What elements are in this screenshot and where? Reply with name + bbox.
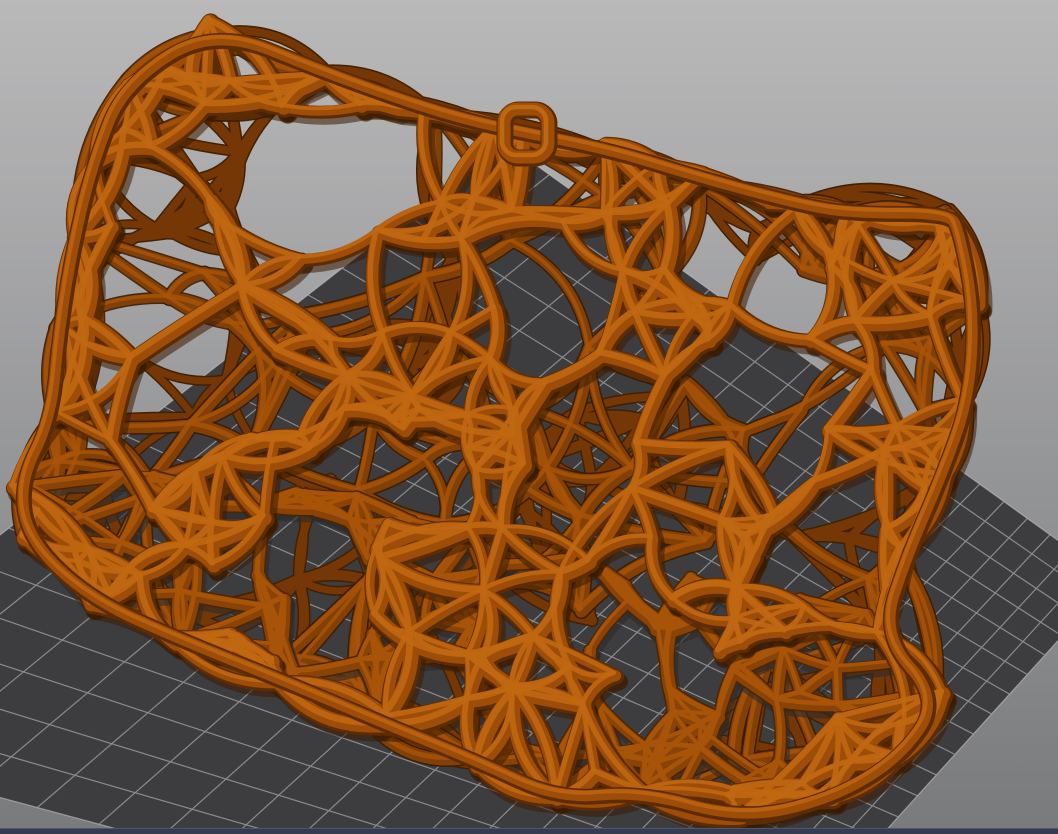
scene-canvas[interactable] [0, 0, 1058, 834]
slicer-3d-viewport[interactable] [0, 0, 1058, 834]
status-bar [0, 828, 1058, 834]
